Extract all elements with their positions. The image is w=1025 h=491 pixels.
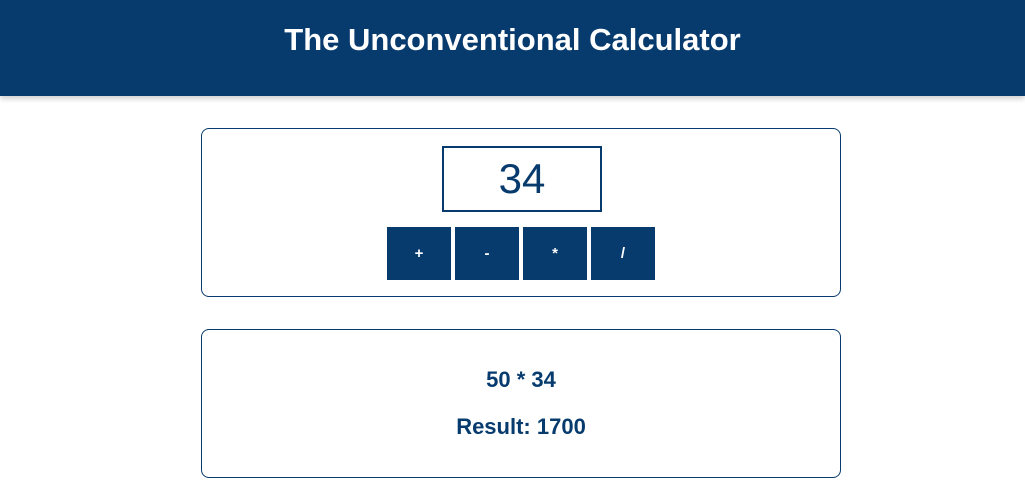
multiply-button[interactable]: * bbox=[523, 227, 587, 280]
calculation-expression: 50 * 34 bbox=[486, 367, 556, 392]
input-card: + - * / bbox=[201, 128, 841, 297]
subtract-button[interactable]: - bbox=[455, 227, 519, 280]
add-button[interactable]: + bbox=[387, 227, 451, 280]
number-input[interactable] bbox=[442, 146, 602, 212]
divide-button[interactable]: / bbox=[591, 227, 655, 280]
result-card: 50 * 34 Result: 1700 bbox=[201, 329, 841, 478]
app-title: The Unconventional Calculator bbox=[284, 22, 741, 57]
operator-buttons: + - * / bbox=[387, 227, 655, 280]
calculation-result: Result: 1700 bbox=[456, 414, 586, 439]
app-header: The Unconventional Calculator bbox=[0, 0, 1025, 96]
